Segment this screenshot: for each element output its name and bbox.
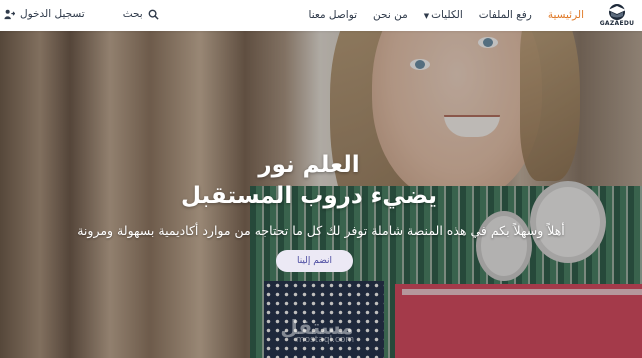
nav-link-colleges[interactable]: الكليات▼ bbox=[424, 9, 463, 21]
nav-link-about[interactable]: من نحن bbox=[373, 9, 408, 21]
login-button[interactable]: تسجيل الدخول bbox=[4, 8, 85, 20]
nav-actions: تسجيل الدخول بحث bbox=[4, 8, 159, 20]
search-label: بحث bbox=[122, 8, 143, 20]
nav-links: GAZAEDU الرئيسية رفع الملفات الكليات▼ من… bbox=[309, 3, 634, 27]
user-login-icon bbox=[4, 9, 15, 19]
nav-link-home[interactable]: الرئيسية bbox=[548, 9, 584, 21]
nav-link-colleges-label: الكليات bbox=[431, 9, 463, 21]
hero-subtitle: أهلاً وسهلاً بكم في هذه المنصة شاملة توف… bbox=[77, 223, 565, 238]
nav-link-contact[interactable]: تواصل معنا bbox=[309, 9, 358, 21]
hero-title-line1: العلم نور bbox=[258, 152, 360, 178]
search-button[interactable]: بحث bbox=[123, 8, 159, 20]
nav-link-upload-files[interactable]: رفع الملفات bbox=[479, 9, 532, 21]
page: تسجيل الدخول بحث GAZAEDU الرئيسية رفع ال… bbox=[0, 0, 642, 358]
join-us-button[interactable]: انضم إلينا bbox=[276, 250, 353, 272]
graduation-cap-logo-icon bbox=[608, 4, 626, 20]
hero-section: العلم نور يضيء دروب المستقبل أهلاً وسهلا… bbox=[0, 31, 642, 358]
chevron-down-icon: ▼ bbox=[423, 12, 430, 20]
watermark-url: mostaql.com bbox=[295, 335, 355, 345]
site-logo[interactable]: GAZAEDU bbox=[600, 3, 634, 27]
navbar: تسجيل الدخول بحث GAZAEDU الرئيسية رفع ال… bbox=[0, 0, 642, 31]
search-icon bbox=[148, 9, 159, 20]
watermark-logo: مستقل bbox=[280, 315, 354, 339]
logo-text: GAZAEDU bbox=[599, 20, 635, 27]
login-label: تسجيل الدخول bbox=[20, 8, 85, 20]
hero-title-line2: يضيء دروب المستقبل bbox=[181, 183, 437, 209]
